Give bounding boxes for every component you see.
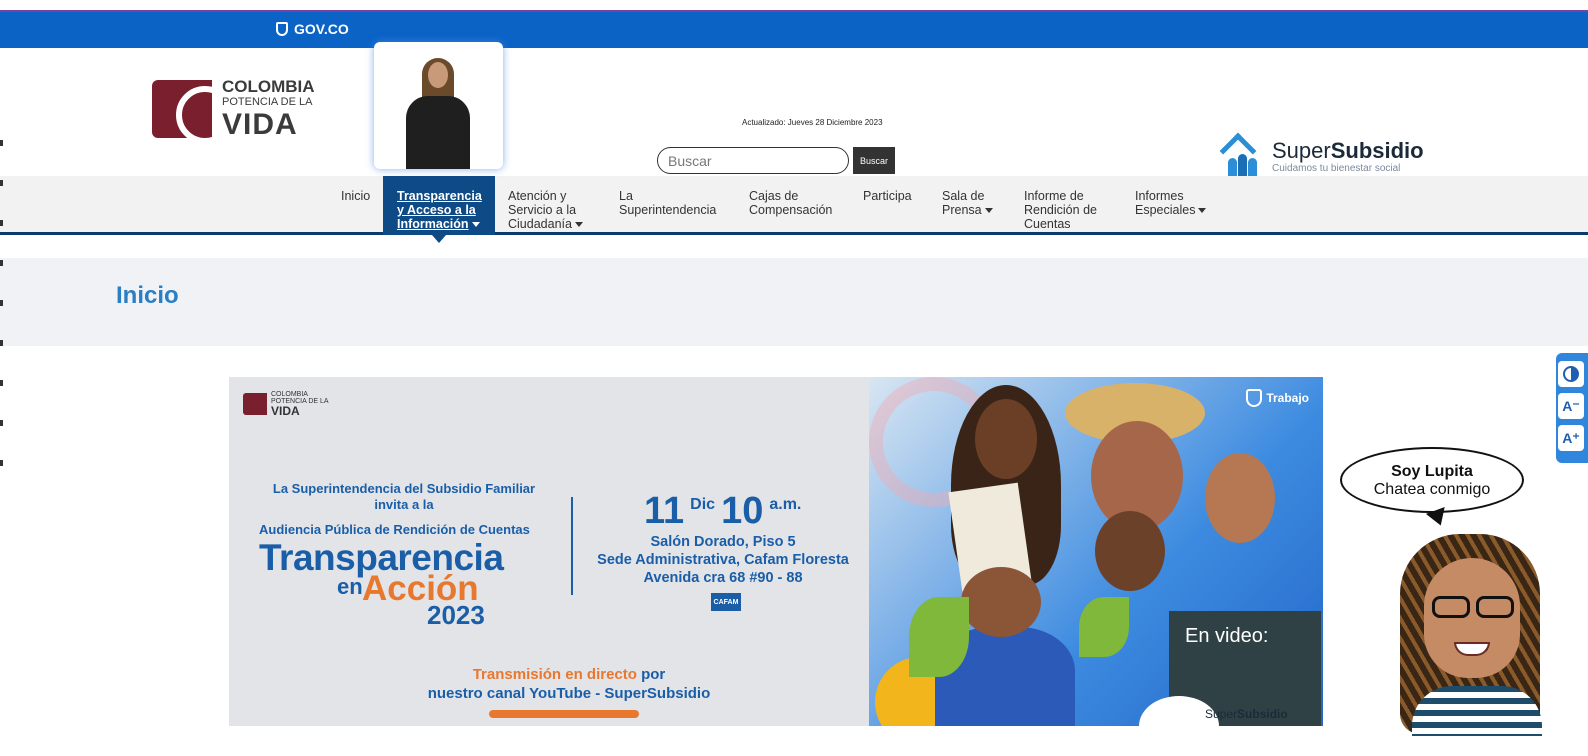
decrease-text-button[interactable]: A⁻ (1558, 393, 1584, 419)
nav-item-label: Cajas de Compensación (749, 189, 833, 217)
banner-venue-line2: Sede Administrativa, Cafam Floresta (597, 552, 849, 568)
nav-item-atencion[interactable]: Atención y Servicio a la Ciudadanía (494, 176, 604, 235)
video-card[interactable]: En video: SuperSubsidio (1139, 611, 1321, 756)
nav-item-label: Inicio (341, 189, 371, 203)
colombia-logo-mark-icon (152, 80, 212, 138)
main-navigation: Inicio Transparencia y Acceso a la Infor… (0, 176, 1588, 243)
chat-cta: Chatea conmigo (1373, 481, 1491, 498)
banner-year: 2023 (427, 600, 485, 630)
banner-venue-line1: Salón Dorado, Piso 5 (650, 534, 796, 550)
nav-item-informes-especiales[interactable]: Informes Especiales (1121, 176, 1221, 235)
search-button[interactable]: Buscar (853, 147, 895, 174)
nav-item-participa[interactable]: Participa (849, 176, 929, 235)
accessibility-toolbar: A⁻ A⁺ (1556, 353, 1588, 463)
left-edge-artifacts (0, 140, 3, 470)
banner-stream-line2: nuestro canal YouTube - SuperSubsidio (427, 685, 711, 702)
cafam-logo: CAFAM (711, 593, 741, 611)
supersubsidio-name-bold: Subsidio (1330, 138, 1424, 163)
leaf-decoration (909, 597, 969, 677)
chevron-down-icon (1198, 208, 1207, 214)
search-input[interactable]: Buscar (657, 147, 849, 174)
supersubsidio-name-light: Super (1272, 138, 1331, 163)
page-title-band: Inicio (0, 258, 1588, 346)
banner-month: Dic (690, 496, 716, 513)
interpreter-body (406, 96, 470, 169)
decorative-curve (1139, 696, 1219, 756)
nav-item-informe-rendicion[interactable]: Informe de Rendición de Cuentas (1010, 176, 1122, 235)
nav-item-transparencia[interactable]: Transparencia y Acceso a la Información (383, 176, 495, 243)
video-brand-light: Super (1205, 707, 1238, 721)
supersubsidio-logo[interactable]: SuperSubsidio Cuidamos tu bienestar soci… (1219, 132, 1424, 180)
banner-venue: Salón Dorado, Piso 5 Sede Administrativa… (581, 533, 865, 587)
nav-item-sala-prensa[interactable]: Sala de Prensa (928, 176, 1012, 235)
banner-ampm: a.m. (769, 496, 802, 513)
avatar-face (1424, 558, 1520, 678)
banner-stream-text: Transmisión en directo por nuestro canal… (389, 665, 749, 703)
banner-orange-strip (489, 710, 639, 718)
hero-banner[interactable]: COLOMBIA POTENCIA DE LA VIDA La Superint… (229, 377, 1323, 726)
nav-item-inicio[interactable]: Inicio (327, 176, 385, 235)
video-brand-bold: Subsidio (1237, 707, 1288, 721)
person-man-sunglasses (1095, 511, 1165, 591)
person-woman-face (975, 399, 1037, 479)
page-title: Inicio (116, 282, 179, 309)
sign-language-interpreter-window[interactable] (374, 42, 503, 169)
last-updated: Actualizado: Jueves 28 Diciembre 2023 (742, 118, 883, 127)
banner-stream-por: por (641, 666, 666, 683)
gov-co-label: GOV.CO (294, 21, 349, 37)
leaf-decoration (1079, 597, 1129, 657)
chat-name: Soy Lupita (1391, 463, 1473, 480)
banner-divider (571, 497, 573, 595)
mintrabajo-label: Trabajo (1266, 391, 1309, 405)
banner-audiencia-text: Audiencia Pública de Rendición de Cuenta… (259, 522, 530, 537)
nav-item-label: La Superintendencia (619, 189, 717, 217)
nav-item-cajas[interactable]: Cajas de Compensación (735, 176, 851, 235)
gov-bar: GOV.CO (0, 12, 1588, 48)
chat-bubble[interactable]: Soy Lupita Chatea conmigo (1340, 447, 1524, 513)
colombia-potencia-logo[interactable]: COLOMBIA POTENCIA DE LA VIDA (152, 77, 318, 141)
banner-logo-line3: VIDA (271, 404, 300, 418)
banner-hour: 10 (721, 490, 764, 532)
banner-venue-line3: Avenida cra 68 #90 - 88 (643, 570, 803, 586)
colombia-logo-mark-icon (243, 393, 267, 415)
banner-en: en (337, 574, 363, 599)
colombia-logo-line3: VIDA (222, 108, 298, 141)
colombia-logo-line2: POTENCIA DE LA (222, 96, 313, 108)
nav-item-superintendencia[interactable]: La Superintendencia (605, 176, 733, 235)
person-woman-cap (961, 567, 1041, 637)
gov-co-link[interactable]: GOV.CO (276, 21, 349, 37)
nav-item-label: Sala de Prensa (942, 189, 985, 217)
banner-date: 11 Dic 10 a.m. (644, 490, 801, 533)
nav-item-label: Informe de Rendición de Cuentas (1024, 189, 1097, 231)
nav-item-label: Informes Especiales (1135, 189, 1196, 217)
chevron-down-icon (471, 222, 480, 228)
video-card-title: En video: (1185, 625, 1269, 647)
contrast-icon (1563, 366, 1579, 382)
contrast-toggle-button[interactable] (1558, 361, 1584, 387)
avatar-shirt (1412, 686, 1542, 736)
banner-stream-orange: Transmisión en directo (472, 666, 637, 683)
increase-text-button[interactable]: A⁺ (1558, 425, 1584, 451)
person-girl-face (1205, 453, 1275, 543)
banner-day: 11 (644, 490, 685, 532)
avatar-glasses (1432, 596, 1516, 618)
supersubsidio-tagline: Cuidamos tu bienestar social (1272, 163, 1401, 174)
site-header: COLOMBIA POTENCIA DE LA VIDA Actualizado… (0, 48, 1588, 180)
banner-invite-text: La Superintendencia del Subsidio Familia… (272, 481, 536, 512)
colombia-logo-line1: COLOMBIA (222, 77, 315, 96)
nav-item-label: Atención y Servicio a la Ciudadanía (508, 189, 577, 231)
nav-item-label: Transparencia y Acceso a la Información (397, 189, 482, 231)
interpreter-head (428, 62, 448, 88)
lupita-chatbot-avatar[interactable] (1372, 524, 1588, 736)
banner-colombia-logo: COLOMBIA POTENCIA DE LA VIDA (243, 391, 329, 417)
video-card-brand: SuperSubsidio (1205, 708, 1288, 720)
banner-logo-line1: COLOMBIA (271, 391, 308, 398)
gov-shield-icon (276, 22, 288, 36)
family-house-icon (1219, 132, 1264, 180)
coat-of-arms-icon (1246, 389, 1263, 407)
mintrabajo-logo: Trabajo (1246, 389, 1309, 407)
chevron-down-icon (574, 222, 583, 228)
chevron-down-icon (984, 208, 993, 214)
nav-item-label: Participa (863, 189, 912, 203)
